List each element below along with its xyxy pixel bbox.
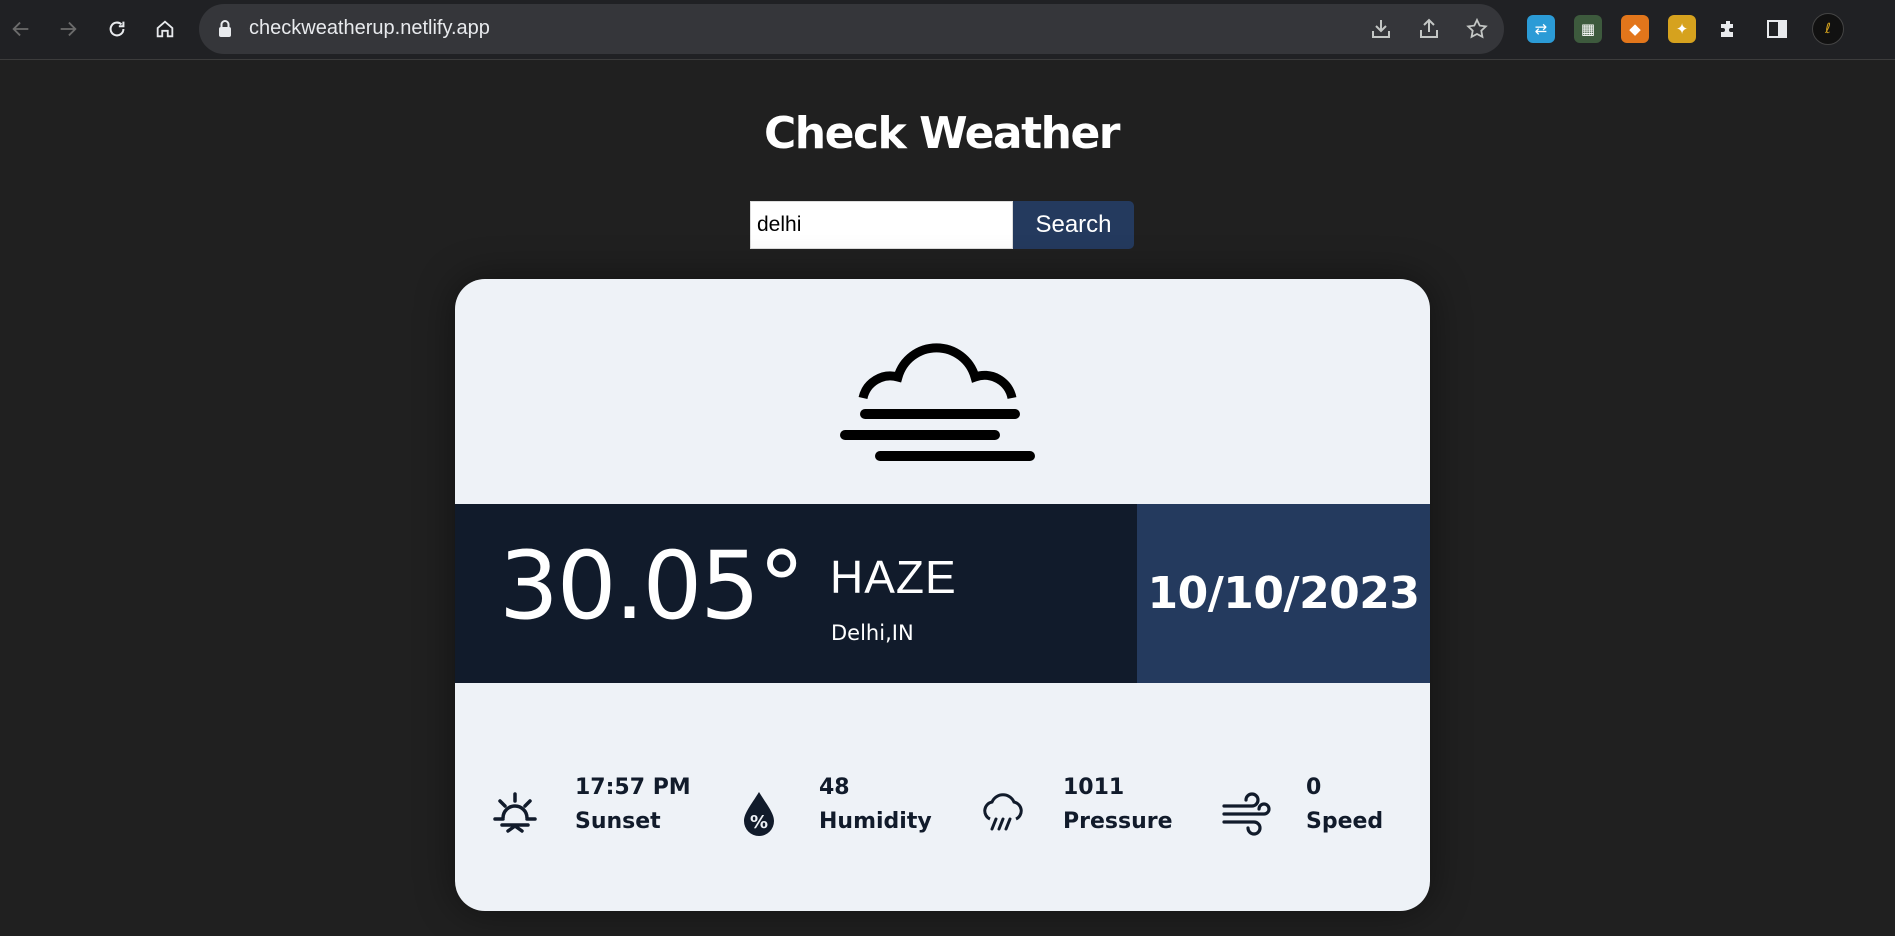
date-panel: 10/10/2023 bbox=[1137, 504, 1430, 683]
weather-stats: 17:57 PM Sunset % 48 Humidity 1011 Press… bbox=[455, 767, 1430, 857]
weather-condition: HAZE bbox=[830, 551, 957, 603]
address-bar[interactable]: checkweatherup.netlify.app bbox=[199, 4, 1504, 54]
lock-icon bbox=[219, 20, 231, 37]
wind-speed-label: Speed bbox=[1306, 809, 1384, 834]
weather-card: 30.05° HAZE Delhi,IN 10/10/2023 17:57 PM… bbox=[455, 279, 1430, 911]
temperature-panel: 30.05° HAZE Delhi,IN bbox=[455, 504, 1137, 683]
share-icon[interactable] bbox=[1417, 17, 1441, 41]
pressure-label: Pressure bbox=[1063, 809, 1173, 834]
humidity-icon: % bbox=[744, 792, 774, 836]
extensions-puzzle-icon[interactable] bbox=[1715, 15, 1743, 43]
back-button[interactable] bbox=[6, 14, 36, 44]
side-panel-icon[interactable] bbox=[1763, 15, 1791, 43]
extension-character-icon[interactable]: ✦ bbox=[1668, 15, 1696, 43]
location-name: Delhi,IN bbox=[831, 621, 914, 645]
page-title: Check Weather bbox=[763, 108, 1121, 159]
extension-translate-icon[interactable]: ⇄ bbox=[1527, 15, 1555, 43]
wind-icon bbox=[1222, 792, 1271, 836]
reload-button[interactable] bbox=[102, 14, 132, 44]
humidity-label: Humidity bbox=[819, 809, 932, 834]
arrow-right-icon bbox=[60, 21, 77, 37]
wind-speed-value: 0 bbox=[1306, 775, 1322, 800]
install-icon[interactable] bbox=[1369, 17, 1393, 41]
sunset-label: Sunset bbox=[575, 809, 661, 834]
current-date: 10/10/2023 bbox=[1147, 568, 1420, 619]
sunset-icon bbox=[493, 792, 537, 833]
pressure-value: 1011 bbox=[1063, 775, 1125, 800]
reload-icon bbox=[109, 21, 125, 37]
extension-data-icon[interactable]: ▦ bbox=[1574, 15, 1602, 43]
city-search-input[interactable] bbox=[750, 201, 1013, 249]
arrow-left-icon bbox=[12, 21, 29, 37]
profile-avatar[interactable]: ℓ bbox=[1812, 13, 1844, 45]
url-text: checkweatherup.netlify.app bbox=[249, 17, 490, 39]
bookmark-star-icon[interactable] bbox=[1465, 17, 1489, 41]
extension-metamask-icon[interactable]: ◆ bbox=[1621, 15, 1649, 43]
browser-toolbar: checkweatherup.netlify.app ⇄ ▦ ◆ ✦ ℓ bbox=[0, 0, 1895, 60]
sunset-time: 17:57 PM bbox=[575, 775, 691, 800]
haze-icon bbox=[840, 343, 1035, 461]
humidity-value: 48 bbox=[819, 775, 850, 800]
forward-button[interactable] bbox=[53, 14, 83, 44]
svg-text:%: % bbox=[750, 812, 768, 833]
temperature-value: 30.05° bbox=[499, 532, 805, 641]
pressure-icon bbox=[983, 793, 1023, 831]
search-button[interactable]: Search bbox=[1013, 201, 1134, 249]
home-icon bbox=[156, 20, 174, 38]
home-button[interactable] bbox=[150, 14, 180, 44]
